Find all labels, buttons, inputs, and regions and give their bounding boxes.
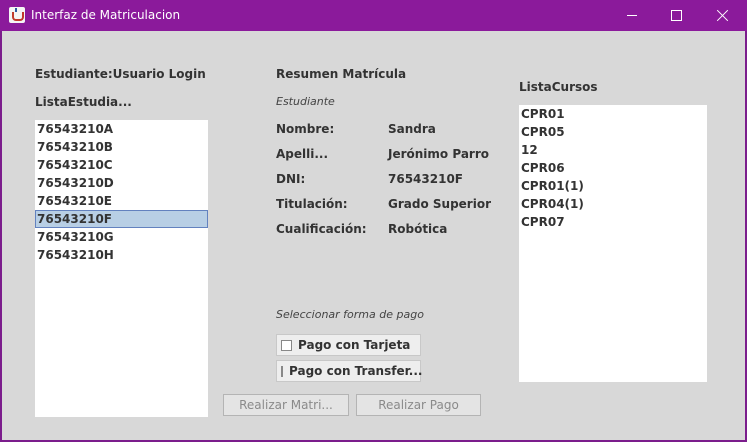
course-list-item[interactable]: CPR01(1) — [519, 177, 707, 195]
field-label-degree: Titulación: — [276, 197, 348, 211]
enroll-button[interactable]: Realizar Matri... — [223, 394, 349, 416]
close-button[interactable] — [699, 0, 745, 31]
java-app-icon — [9, 7, 25, 23]
minimize-button[interactable] — [609, 0, 655, 31]
field-value-surname: Jerónimo Parro — [388, 147, 489, 161]
student-list-item[interactable]: 76543210G — [35, 228, 208, 246]
payment-prompt: Seleccionar forma de pago — [276, 308, 424, 321]
course-list-item[interactable]: CPR07 — [519, 213, 707, 231]
student-list-label: ListaEstudia... — [35, 95, 132, 109]
maximize-button[interactable] — [653, 0, 699, 31]
field-label-name: Nombre: — [276, 122, 335, 136]
course-list-label: ListaCursos — [519, 80, 598, 94]
close-icon — [716, 9, 729, 22]
student-list[interactable]: 76543210A 76543210B 76543210C 76543210D … — [35, 120, 208, 417]
pay-card-label: Pago con Tarjeta — [298, 338, 411, 352]
summary-title: Resumen Matrícula — [276, 67, 407, 81]
course-list-item[interactable]: CPR06 — [519, 159, 707, 177]
window-title: Interfaz de Matriculacion — [31, 8, 181, 22]
student-list-item[interactable]: 76543210C — [35, 156, 208, 174]
field-label-surname: Apelli... — [276, 147, 329, 161]
field-value-dni: 76543210F — [388, 172, 463, 186]
field-value-degree: Grado Superior — [388, 197, 491, 211]
field-label-dni: DNI: — [276, 172, 306, 186]
pay-transfer-checkbox[interactable]: Pago con Transfer... — [276, 360, 423, 382]
title-bar[interactable]: Interfaz de Matriculacion — [0, 0, 747, 31]
student-list-item[interactable]: 76543210A — [35, 120, 208, 138]
main-panel: Estudiante:Usuario Login ListaEstudia...… — [2, 31, 745, 440]
student-list-item-selected[interactable]: 76543210F — [35, 210, 208, 228]
pay-button[interactable]: Realizar Pago — [356, 394, 481, 416]
course-list-item[interactable]: CPR01 — [519, 105, 707, 123]
student-list-item[interactable]: 76543210H — [35, 246, 208, 264]
checkbox-icon — [281, 365, 283, 377]
student-list-item[interactable]: 76543210B — [35, 138, 208, 156]
student-list-item[interactable]: 76543210E — [35, 192, 208, 210]
course-list-item[interactable]: CPR05 — [519, 123, 707, 141]
field-label-qualification: Cualificación: — [276, 222, 367, 236]
pay-transfer-label: Pago con Transfer... — [289, 364, 423, 378]
summary-subtitle: Estudiante — [276, 95, 335, 108]
minimize-icon — [627, 15, 637, 16]
field-value-name: Sandra — [388, 122, 436, 136]
student-login-label: Estudiante:Usuario Login — [35, 67, 206, 81]
course-list-item[interactable]: 12 — [519, 141, 707, 159]
checkbox-icon — [281, 339, 292, 351]
pay-card-checkbox[interactable]: Pago con Tarjeta — [276, 334, 421, 356]
course-list-item[interactable]: CPR04(1) — [519, 195, 707, 213]
student-list-item[interactable]: 76543210D — [35, 174, 208, 192]
maximize-icon — [670, 10, 682, 21]
course-list[interactable]: CPR01 CPR05 12 CPR06 CPR01(1) CPR04(1) C… — [519, 105, 707, 382]
field-value-qualification: Robótica — [388, 222, 448, 236]
